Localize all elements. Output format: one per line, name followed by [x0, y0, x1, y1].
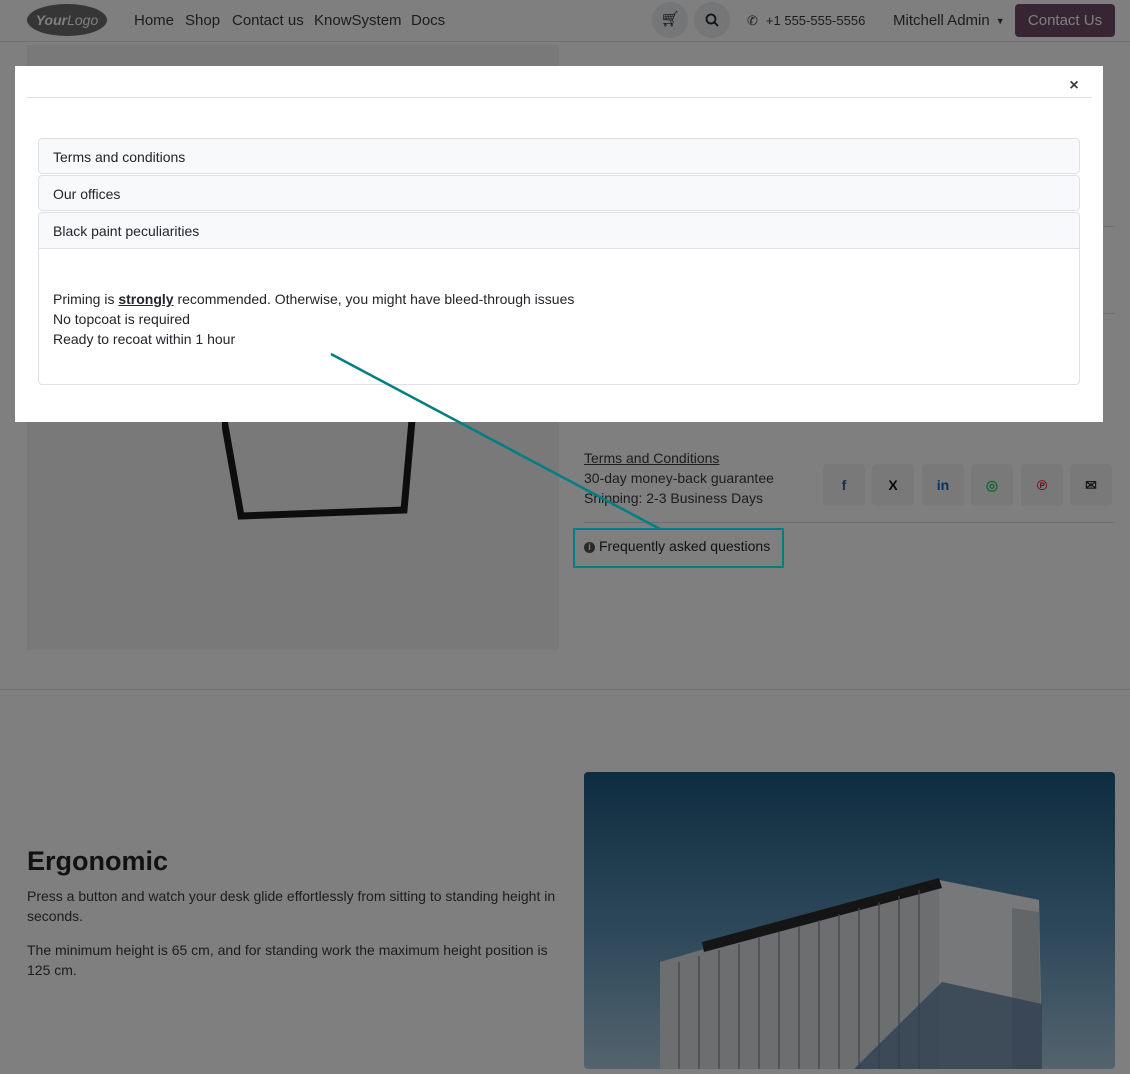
accordion-title: Terms and conditions	[53, 149, 186, 165]
close-button[interactable]: ×	[1066, 76, 1082, 96]
accordion-title: Black paint peculiarities	[53, 223, 200, 239]
faq-highlight-box	[573, 528, 784, 568]
accordion-item-offices[interactable]: Our offices	[38, 175, 1080, 211]
body-line-priming: Priming is strongly recommended. Otherwi…	[53, 291, 575, 307]
accordion-title: Our offices	[53, 186, 121, 202]
accordion-body: Priming is strongly recommended. Otherwi…	[39, 248, 1079, 384]
faq-modal: × Terms and conditions Our offices Black…	[15, 66, 1103, 422]
close-icon: ×	[1069, 77, 1079, 94]
body-line-recoat: Ready to recoat within 1 hour	[53, 331, 236, 347]
body-line-topcoat: No topcoat is required	[53, 311, 190, 327]
strong-emphasis: strongly	[118, 291, 174, 307]
modal-header-divider	[26, 97, 1092, 98]
accordion-item-black-paint[interactable]: Black paint peculiarities Priming is str…	[38, 212, 1080, 385]
accordion-item-terms[interactable]: Terms and conditions	[38, 138, 1080, 174]
